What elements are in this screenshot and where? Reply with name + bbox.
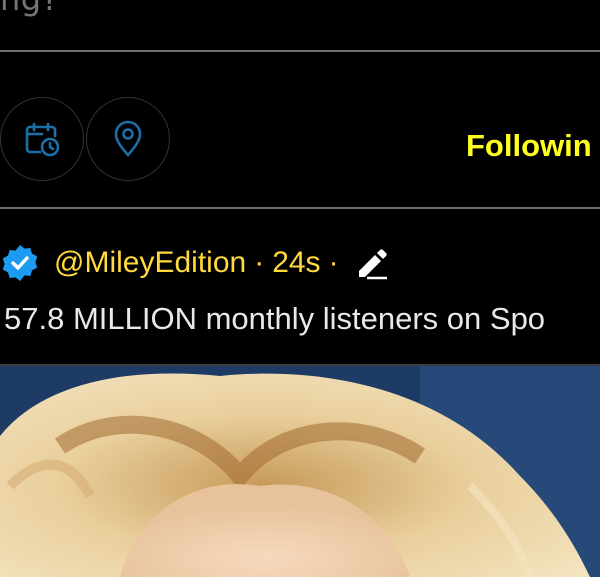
separator-dot: · xyxy=(254,246,265,279)
post-text: 57.8 MILLION monthly listeners on Spo xyxy=(4,301,546,336)
composer-placeholder: ng? xyxy=(0,0,59,18)
location-pin-icon xyxy=(114,120,142,157)
edit-pencil-icon[interactable] xyxy=(353,245,389,281)
composer-input-area[interactable]: ng? xyxy=(0,0,600,50)
composer-toolbar: Followin xyxy=(0,52,600,207)
separator-dot: · xyxy=(328,246,339,279)
post-handle[interactable]: @MileyEdition xyxy=(54,246,246,280)
calendar-clock-icon xyxy=(25,122,60,157)
location-button[interactable] xyxy=(86,97,170,181)
schedule-button[interactable] xyxy=(0,97,84,181)
verified-badge-icon xyxy=(0,243,40,283)
post-media-image[interactable] xyxy=(0,366,600,577)
following-tab-label[interactable]: Followin xyxy=(466,128,592,164)
post-timestamp[interactable]: 24s xyxy=(272,246,320,280)
post[interactable]: @MileyEdition · 24s · 57.8 MILLION month… xyxy=(0,209,600,364)
post-header: @MileyEdition · 24s · xyxy=(0,243,389,283)
media-photo xyxy=(0,366,600,577)
